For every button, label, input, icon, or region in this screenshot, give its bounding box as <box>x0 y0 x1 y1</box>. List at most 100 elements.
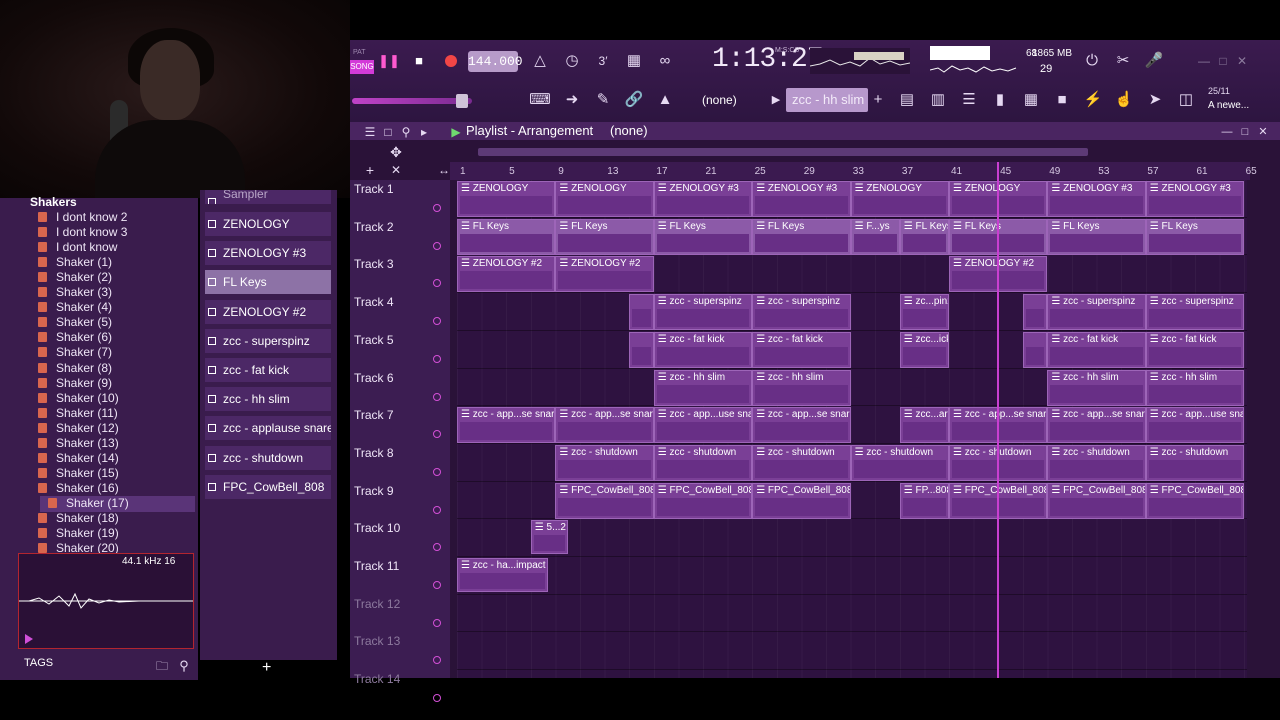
arrow-right-icon[interactable]: ➜ <box>560 88 584 112</box>
playlist-clip[interactable]: ☰ zcc - superspinz <box>1047 294 1146 331</box>
track-label[interactable]: Track 7 <box>354 408 394 422</box>
waveform-preview[interactable] <box>18 553 194 649</box>
bar-number[interactable]: 9 <box>558 166 564 177</box>
playlist-clip[interactable]: ☰ zcc - shutdown <box>555 444 654 481</box>
cut-icon[interactable]: ✂ <box>1111 49 1135 73</box>
bar-number[interactable]: 1 <box>460 166 466 177</box>
search-icon[interactable]: ⚲ <box>172 654 196 678</box>
track-mute-icon[interactable] <box>433 467 441 476</box>
bar-number[interactable]: 65 <box>1246 166 1257 177</box>
export-icon[interactable]: ➤ <box>1143 88 1167 112</box>
bar-number[interactable]: 49 <box>1049 166 1060 177</box>
add-channel-icon[interactable]: + <box>262 659 271 677</box>
playlist-clip[interactable]: ☰ zcc - app...use snare <box>1145 407 1245 444</box>
playlist-clip[interactable]: ☰ FPC_CowBell_808 <box>555 482 654 519</box>
bar-number[interactable]: 37 <box>902 166 913 177</box>
playlist-clip[interactable]: ☰ zcc - shutdown <box>653 444 753 481</box>
wait-record-icon[interactable]: ◷ <box>560 49 584 73</box>
track-label[interactable]: Track 4 <box>354 295 394 309</box>
playlist-clip[interactable]: ☰ FL Keys <box>457 218 556 255</box>
browser-icon[interactable]: ▦ <box>1019 88 1043 112</box>
playlist-clip[interactable]: ☰ zcc - hh slim <box>752 369 851 406</box>
playlist-clip[interactable]: ☰ FL Keys <box>752 218 851 255</box>
project-icon[interactable]: ■ <box>1050 88 1074 112</box>
channel-item[interactable]: zcc - shutdown <box>205 445 331 470</box>
mixer-icon[interactable]: ☰ <box>957 88 981 112</box>
record-icon[interactable] <box>440 50 462 72</box>
microphone-icon[interactable]: 🎤 <box>1142 49 1166 73</box>
playlist-clip[interactable]: ☰ zcc - superspinz <box>1145 294 1245 331</box>
playlist-clip[interactable]: ☰ ZENOLOGY #3 <box>653 181 753 217</box>
master-volume-handle[interactable] <box>456 94 468 108</box>
playlist-clip[interactable]: ☰ zcc - shutdown <box>850 444 949 481</box>
playlist-clip[interactable]: ☰ ZENOLOGY #2 <box>555 256 654 293</box>
track-label[interactable]: Track 13 <box>354 634 400 648</box>
channel-item[interactable]: Sampler <box>205 190 331 204</box>
playlist-pattern[interactable]: (none) <box>610 123 648 138</box>
track-label[interactable]: Track 14 <box>354 672 400 686</box>
playlist-clip[interactable]: ☰ zcc - hh slim <box>1047 369 1146 406</box>
playlist-clip[interactable]: ☰ zcc - fat kick <box>1145 331 1245 368</box>
playlist-clip[interactable]: ☰ ZENOLOGY #3 <box>752 181 851 217</box>
stop-icon[interactable]: ■ <box>408 50 430 72</box>
track-label[interactable]: Track 8 <box>354 446 394 460</box>
playlist-clip[interactable]: ☰ zcc - app...use snare <box>653 407 753 444</box>
link-icon[interactable]: 🔗 <box>622 88 646 112</box>
playlist-clip[interactable]: ☰ zcc - fat kick <box>653 331 753 368</box>
channel-item[interactable]: zcc - applause snare <box>205 416 331 441</box>
playlist-icon[interactable]: ▤ <box>895 88 919 112</box>
playlist-clip[interactable]: ☰ zcc - superspinz <box>653 294 753 331</box>
remove-icon[interactable]: ✕ <box>384 158 408 182</box>
track-label[interactable]: Track 6 <box>354 371 394 385</box>
playlist-clip[interactable]: ☰ zcc - shutdown <box>752 444 851 481</box>
playlist-clip[interactable]: ☰ FL Keys <box>1047 218 1146 255</box>
playlist-clip[interactable]: ☰ 5...2 <box>530 520 568 555</box>
playlist-clip[interactable]: ☰ FL Keys <box>899 218 949 255</box>
channel-item[interactable]: zcc - hh slim <box>205 387 331 412</box>
track-label[interactable]: Track 10 <box>354 521 400 535</box>
playlist-clip[interactable]: ☰ FL Keys <box>1145 218 1245 255</box>
playlist-clip[interactable]: ☰ zcc - hh slim <box>1145 369 1245 406</box>
playlist-clip[interactable]: ☰ zcc...are <box>899 407 949 444</box>
channel-item[interactable]: ZENOLOGY #3 <box>205 241 331 266</box>
playlist-clip[interactable]: ☰ FL Keys <box>653 218 753 255</box>
speaker-icon[interactable]: ▸ <box>412 120 436 144</box>
playlist-clip[interactable]: ☰ ZENOLOGY <box>457 181 556 217</box>
play-pattern-arrow-icon[interactable]: ▶ <box>444 120 468 144</box>
playlist-clip[interactable]: ☰ FP...808 <box>899 482 949 519</box>
playlist-clip[interactable]: ☰ zcc - shutdown <box>1145 444 1245 481</box>
horizontal-scrollbar[interactable] <box>478 148 1088 156</box>
master-volume-slider[interactable] <box>352 98 472 104</box>
shop-icon[interactable]: ◫ <box>1174 88 1198 112</box>
channel-item[interactable]: ZENOLOGY #2 <box>205 299 331 324</box>
playlist-clip[interactable]: ☰ zcc - hh slim <box>653 369 753 406</box>
pattern-selector[interactable]: (none) <box>702 90 772 110</box>
add-icon[interactable]: + <box>866 88 890 112</box>
playhead[interactable] <box>997 162 999 678</box>
bar-number[interactable]: 57 <box>1147 166 1158 177</box>
playlist-clip[interactable]: ☰ FPC_CowBell_808 <box>1145 482 1245 519</box>
playlist-clip[interactable]: ☰ zc...pinz <box>899 294 949 331</box>
countdown-icon[interactable]: 3′ <box>591 49 615 73</box>
track-label[interactable]: Track 11 <box>354 559 399 573</box>
playlist-clip[interactable]: ☰ FPC_CowBell_808 <box>752 482 851 519</box>
bar-number[interactable]: 25 <box>755 166 766 177</box>
track-label[interactable]: Track 3 <box>354 257 394 271</box>
track-mute-icon[interactable] <box>433 204 441 212</box>
playlist-close-icon[interactable]: ✕ <box>1251 120 1275 144</box>
add-track-icon[interactable]: + <box>358 158 382 182</box>
track-mute-icon[interactable] <box>433 241 441 250</box>
stamp-icon[interactable]: ▲ <box>653 88 677 112</box>
playlist-clip[interactable]: ☰ zcc - app...se snare <box>752 407 851 444</box>
playlist-clip[interactable]: ☰ zcc...ick <box>899 331 949 368</box>
playlist-clip[interactable]: ☰ zcc - shutdown <box>1047 444 1146 481</box>
track-mute-icon[interactable] <box>433 505 441 514</box>
bar-number[interactable]: 5 <box>509 166 515 177</box>
folder-icon[interactable]: 🗀 <box>150 654 174 678</box>
playlist-clip[interactable] <box>629 331 654 368</box>
step-edit-icon[interactable]: ▦ <box>622 49 646 73</box>
playlist-clip[interactable] <box>629 294 654 331</box>
tags-label[interactable]: TAGS <box>24 657 53 669</box>
playlist-clip[interactable]: ☰ F...ys <box>850 218 900 255</box>
playlist-clip[interactable]: ☰ zcc - ha...impact <box>457 558 549 592</box>
